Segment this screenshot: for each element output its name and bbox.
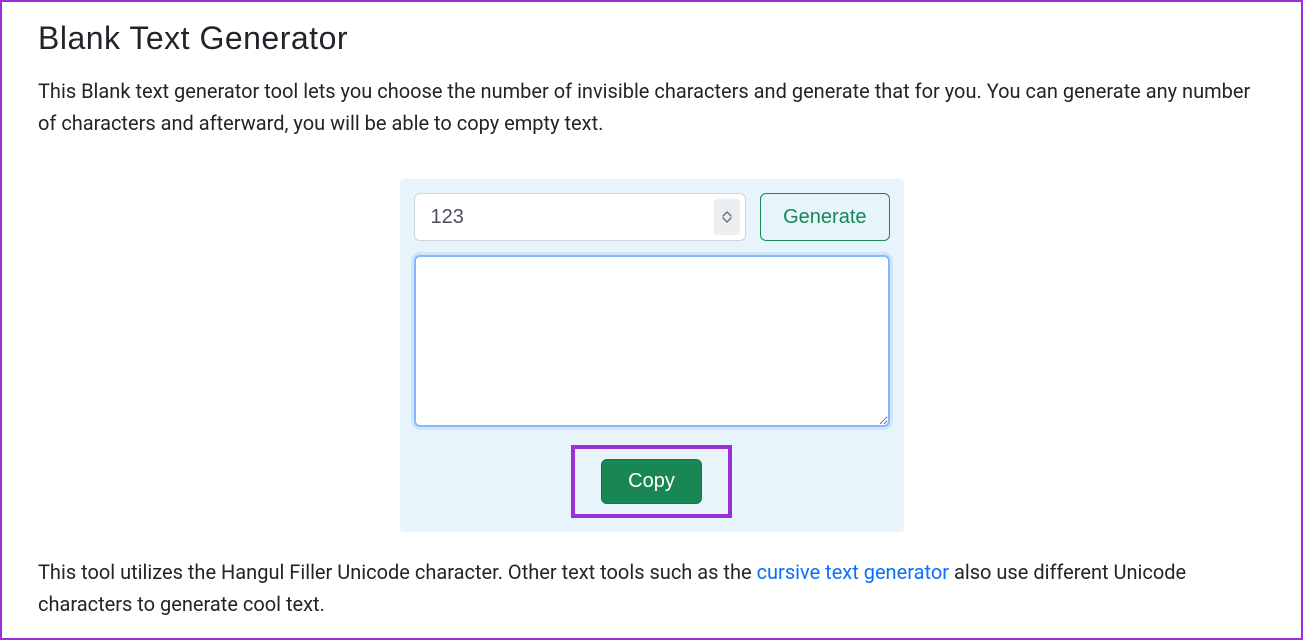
page-title: Blank Text Generator <box>38 20 1265 57</box>
output-textarea[interactable] <box>414 255 890 427</box>
outer-highlight-border: Blank Text Generator This Blank text gen… <box>0 0 1303 640</box>
generator-panel: Generate Copy <box>400 179 904 532</box>
copy-highlight-box: Copy <box>571 445 732 518</box>
count-input[interactable] <box>414 193 747 241</box>
count-input-wrap <box>414 193 747 241</box>
chevron-down-icon <box>722 217 732 223</box>
cursive-generator-link[interactable]: cursive text generator <box>757 560 949 584</box>
generate-button[interactable]: Generate <box>760 193 889 241</box>
footer-note: This tool utilizes the Hangul Filler Uni… <box>38 556 1265 620</box>
input-row: Generate <box>414 193 890 241</box>
copy-button[interactable]: Copy <box>601 459 702 504</box>
quantity-stepper[interactable] <box>714 199 740 235</box>
footer-text-before: This tool utilizes the Hangul Filler Uni… <box>38 560 757 584</box>
copy-row: Copy <box>414 445 890 518</box>
intro-paragraph: This Blank text generator tool lets you … <box>38 75 1265 139</box>
